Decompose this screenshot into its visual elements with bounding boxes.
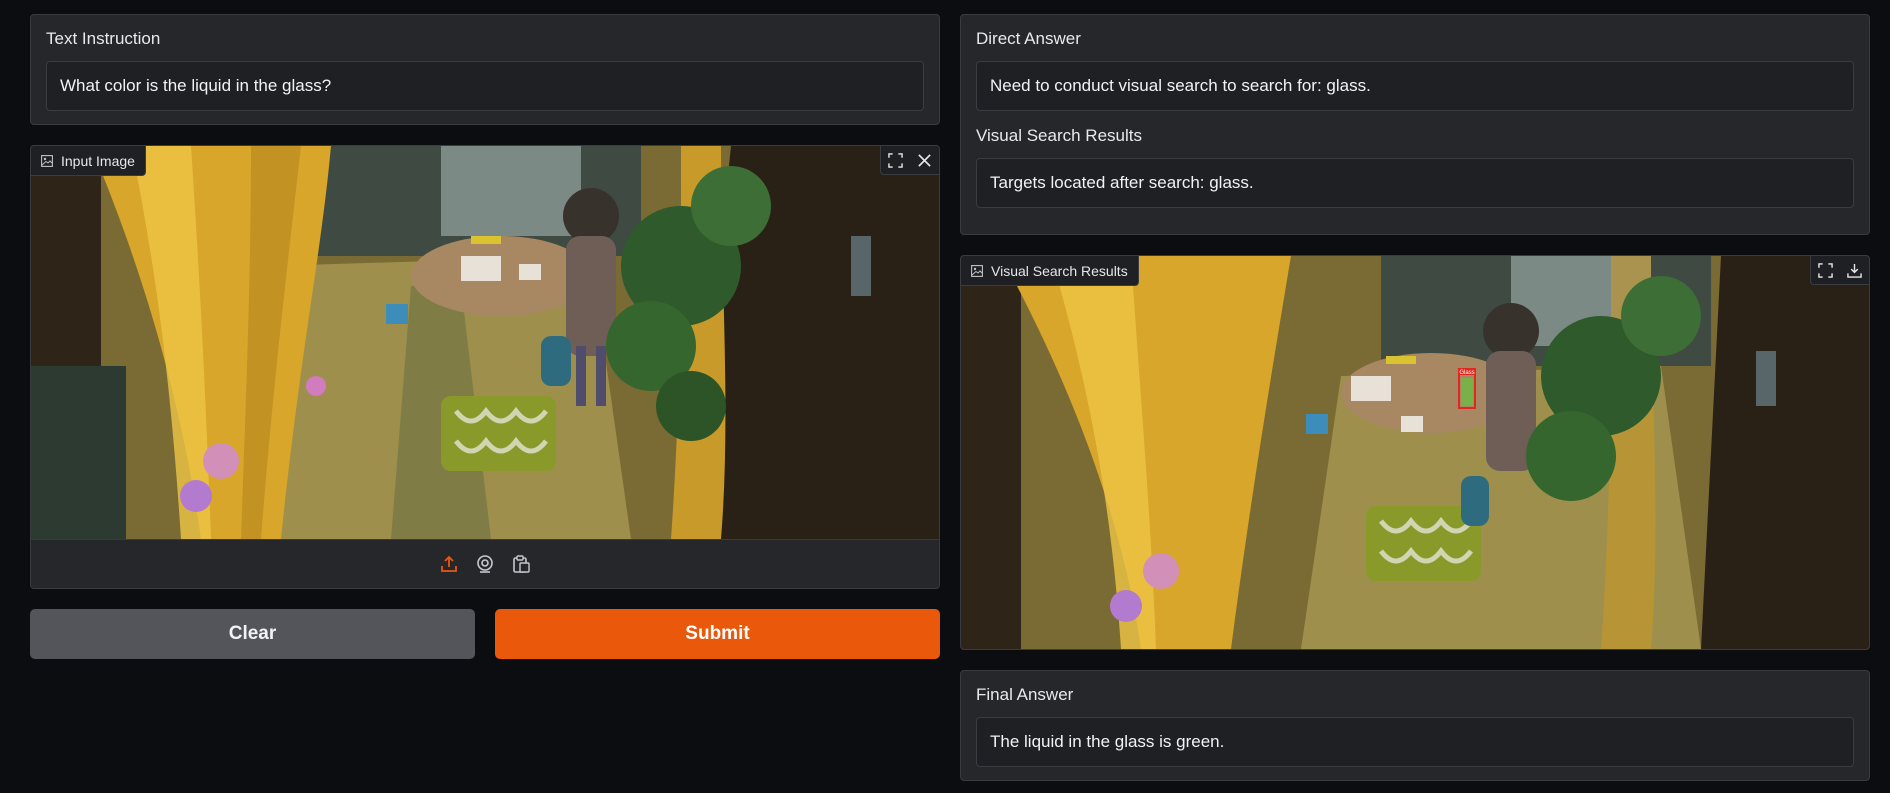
upload-icon	[441, 555, 457, 572]
image-icon	[41, 154, 53, 167]
result-image-panel[interactable]: Visual Search Results Glass	[960, 255, 1870, 650]
submit-button[interactable]: Submit	[495, 609, 940, 659]
input-image-label: Input Image	[61, 152, 135, 169]
clipboard-button[interactable]	[509, 552, 533, 576]
direct-answer-label: Direct Answer	[976, 29, 1081, 48]
download-icon	[1847, 263, 1862, 278]
text-instruction-block: Text Instruction What color is the liqui…	[30, 14, 940, 125]
clipboard-icon	[513, 555, 530, 573]
left-column: Text Instruction What color is the liqui…	[30, 14, 940, 659]
close-icon	[918, 153, 931, 167]
close-button[interactable]	[910, 146, 939, 174]
final-answer-field[interactable]: The liquid in the glass is green.	[976, 717, 1854, 767]
fullscreen-icon	[888, 152, 903, 168]
download-button[interactable]	[1840, 256, 1869, 284]
webcam-icon	[477, 555, 493, 573]
fullscreen-icon	[1818, 262, 1833, 278]
text-instruction-input[interactable]: What color is the liquid in the glass?	[46, 61, 924, 111]
answers-block: Direct Answer Need to conduct visual sea…	[960, 14, 1870, 235]
input-image-panel[interactable]: Input Image	[30, 145, 940, 589]
result-image-tools	[1810, 256, 1869, 285]
search-results-label: Visual Search Results	[976, 126, 1142, 145]
result-image-label: Visual Search Results	[991, 262, 1128, 279]
right-column: Direct Answer Need to conduct visual sea…	[960, 14, 1870, 781]
direct-answer-field[interactable]: Need to conduct visual search to search …	[976, 61, 1854, 111]
input-image-tools	[880, 146, 939, 175]
final-answer-label: Final Answer	[976, 685, 1074, 704]
action-buttons: Clear Submit	[30, 609, 940, 659]
detection-label: Glass	[1459, 370, 1474, 376]
webcam-button[interactable]	[473, 552, 497, 576]
search-results-field[interactable]: Targets located after search: glass.	[976, 158, 1854, 208]
final-answer-block: Final Answer The liquid in the glass is …	[960, 670, 1870, 781]
input-image	[31, 146, 939, 539]
result-image-badge: Visual Search Results	[961, 256, 1139, 286]
image-icon	[971, 264, 983, 277]
fullscreen-button[interactable]	[881, 146, 910, 174]
text-instruction-label: Text Instruction	[46, 29, 161, 48]
upload-button[interactable]	[437, 552, 461, 576]
result-image: Glass	[961, 256, 1869, 649]
clear-button[interactable]: Clear	[30, 609, 475, 659]
input-image-badge: Input Image	[31, 146, 146, 176]
fullscreen-button[interactable]	[1811, 256, 1840, 284]
image-source-bar	[31, 539, 939, 588]
